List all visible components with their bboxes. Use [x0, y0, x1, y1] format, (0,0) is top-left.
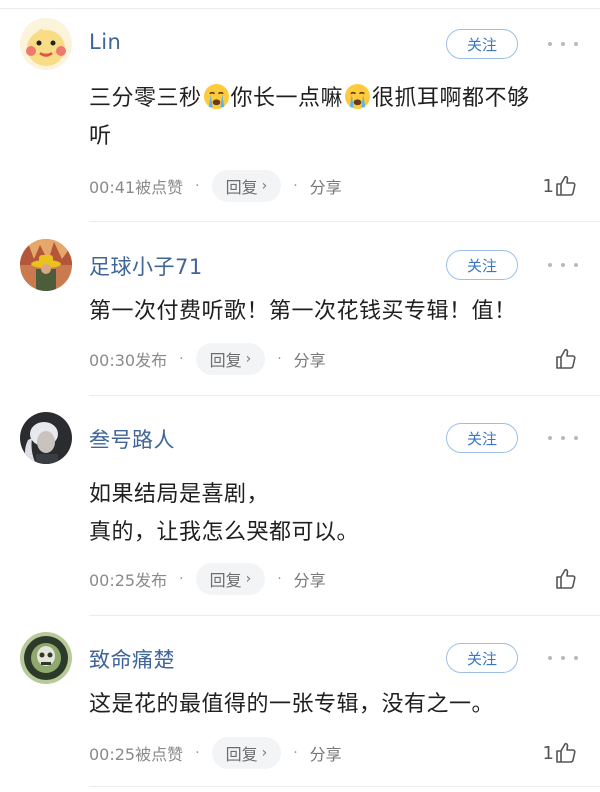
timestamp: 00:41被点赞	[89, 178, 184, 197]
follow-button[interactable]: 关注	[446, 29, 518, 59]
divider	[89, 615, 600, 616]
username[interactable]: 叁号路人	[89, 424, 175, 454]
chevron-right-icon: ›	[245, 571, 252, 587]
like-count: 1	[542, 175, 554, 197]
divider	[89, 221, 600, 222]
username[interactable]: 致命痛楚	[89, 644, 175, 674]
separator-dot: ·	[277, 571, 282, 587]
thumbs-up-icon	[556, 348, 576, 369]
reply-label: 回复	[225, 745, 258, 764]
comment-text: 三分零三秒 你长一点嘛 很抓耳啊都不够 听	[89, 80, 579, 156]
avatar[interactable]	[20, 18, 72, 70]
username[interactable]: Lin	[89, 30, 121, 54]
follow-button[interactable]: 关注	[446, 643, 518, 673]
avatar[interactable]	[20, 412, 72, 464]
reply-label: 回复	[209, 351, 242, 370]
follow-button[interactable]: 关注	[446, 423, 518, 453]
reply-button[interactable]: 回复 ›	[195, 343, 266, 375]
more-options-icon[interactable]	[548, 648, 578, 668]
divider	[89, 395, 600, 396]
timestamp: 00:25发布	[89, 571, 168, 590]
separator-dot: ·	[277, 351, 282, 367]
reply-button[interactable]: 回复 ›	[195, 563, 266, 595]
more-options-icon[interactable]	[548, 34, 578, 54]
separator-dot: ·	[195, 178, 200, 194]
avatar[interactable]	[20, 632, 72, 684]
share-button[interactable]: 分享	[294, 347, 326, 371]
thumbs-up-icon	[556, 568, 576, 589]
comment-meta: 00:25发布 · 回复 › · 分享	[89, 563, 326, 595]
avatar[interactable]	[20, 239, 72, 291]
thumbs-up-icon	[556, 742, 576, 763]
comment-meta: 00:25被点赞 · 回复 › · 分享	[89, 737, 342, 769]
reply-button[interactable]: 回复 ›	[211, 737, 282, 769]
like-button[interactable]: 1	[543, 737, 578, 769]
share-button[interactable]: 分享	[310, 741, 342, 765]
reply-label: 回复	[209, 571, 242, 590]
like-button[interactable]: 1	[543, 170, 578, 202]
reply-label: 回复	[225, 178, 258, 197]
comment-text: 第一次付费听歌！第一次花钱买专辑！值！	[89, 299, 517, 324]
separator-dot: ·	[293, 178, 298, 194]
separator-dot: ·	[179, 351, 184, 367]
chevron-right-icon: ›	[261, 178, 268, 194]
comment-text: 如果结局是喜剧， 真的，让我怎么哭都可以。	[89, 482, 360, 545]
divider	[89, 786, 600, 787]
chevron-right-icon: ›	[245, 351, 252, 367]
comment-text-part: 三分零三秒	[89, 86, 202, 111]
crying-face-icon	[344, 83, 371, 110]
separator-dot: ·	[195, 745, 200, 761]
like-button[interactable]	[554, 343, 578, 375]
chevron-right-icon: ›	[261, 745, 268, 761]
comment-meta: 00:41被点赞 · 回复 › · 分享	[89, 170, 342, 202]
comment-text-part: 你长一点嘛	[230, 86, 344, 111]
like-button[interactable]	[554, 563, 578, 595]
comment-meta: 00:30发布 · 回复 › · 分享	[89, 343, 326, 375]
share-button[interactable]: 分享	[294, 567, 326, 591]
reply-button[interactable]: 回复 ›	[211, 170, 282, 202]
comment-text: 这是花的最值得的一张专辑，没有之一。	[89, 692, 495, 717]
timestamp: 00:30发布	[89, 351, 168, 370]
more-options-icon[interactable]	[548, 428, 578, 448]
timestamp: 00:25被点赞	[89, 745, 184, 764]
like-count: 1	[542, 742, 554, 764]
username[interactable]: 足球小子71	[89, 251, 203, 281]
top-divider	[0, 8, 600, 9]
follow-button[interactable]: 关注	[446, 250, 518, 280]
more-options-icon[interactable]	[548, 255, 578, 275]
share-button[interactable]: 分享	[310, 174, 342, 198]
separator-dot: ·	[293, 745, 298, 761]
crying-face-icon	[203, 83, 229, 110]
thumbs-up-icon	[556, 175, 576, 196]
separator-dot: ·	[179, 571, 184, 587]
